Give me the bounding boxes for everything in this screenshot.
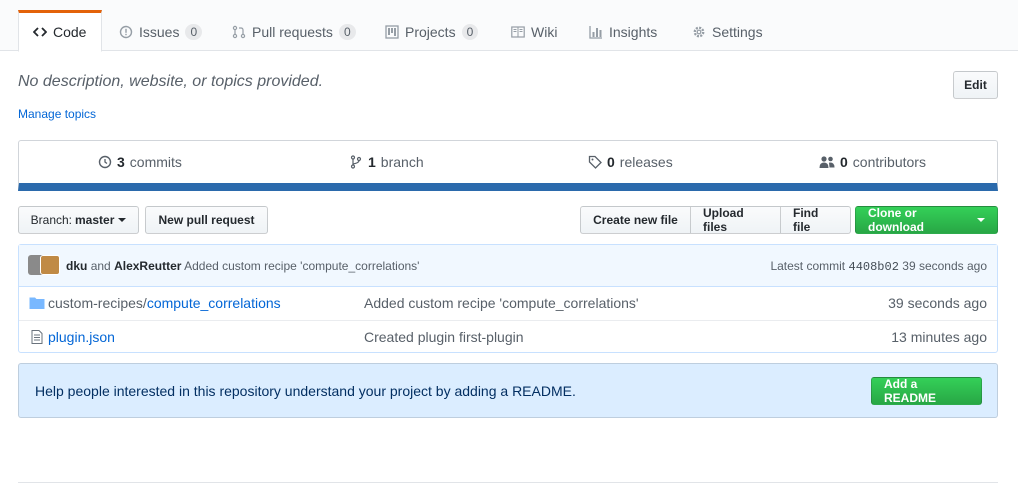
clone-label: Clone or download <box>868 206 924 234</box>
commits-link[interactable]: 3 commits <box>98 154 182 170</box>
commit-sha[interactable]: 4408b02 <box>849 260 899 274</box>
branch-name: master <box>75 213 115 227</box>
tab-wiki[interactable]: Wiki <box>496 10 572 51</box>
new-pull-request-button[interactable]: New pull request <box>145 206 268 234</box>
divider <box>18 482 998 483</box>
find-file-button[interactable]: Find file <box>780 206 851 234</box>
folder-icon <box>29 297 45 309</box>
tab-code-label: Code <box>53 24 87 40</box>
tab-settings[interactable]: Settings <box>677 10 778 51</box>
file-age: 13 minutes ago <box>891 329 987 345</box>
avatar[interactable] <box>40 255 60 275</box>
tab-projects-label: Projects <box>405 23 456 40</box>
tab-wiki-label: Wiki <box>531 23 558 40</box>
branch-prefix: Branch: <box>30 213 72 227</box>
manage-topics-link[interactable]: Manage topics <box>18 107 96 121</box>
tab-pull-requests[interactable]: Pull requests 0 <box>217 10 371 51</box>
commit-age: 39 seconds ago <box>902 259 987 273</box>
commits-label: commits <box>129 154 182 170</box>
file-name: plugin.json <box>48 329 115 345</box>
tab-pull-requests-label: Pull requests <box>252 23 333 40</box>
contributors-count: 0 <box>840 154 848 170</box>
file-commit-message[interactable]: Created plugin first-plugin <box>364 329 524 345</box>
edit-description-button[interactable]: Edit <box>953 71 998 99</box>
create-new-file-button[interactable]: Create new file <box>580 206 691 234</box>
file-table: dku and AlexReutter Added custom recipe … <box>18 244 998 353</box>
branches-link[interactable]: 1 branch <box>349 154 424 170</box>
tab-issues-label: Issues <box>139 23 180 40</box>
file-actions-group: Create new file Upload files Find file <box>580 206 851 234</box>
contributors-link[interactable]: 0 contributors <box>819 154 926 170</box>
people-icon <box>819 156 835 168</box>
history-icon <box>98 155 112 169</box>
branch-select-button[interactable]: Branch: master <box>18 206 139 234</box>
readme-prompt: Help people interested in this repositor… <box>18 363 998 418</box>
pull-request-icon <box>232 25 246 38</box>
releases-label: releases <box>619 154 673 170</box>
readme-prompt-text: Help people interested in this repositor… <box>35 383 576 399</box>
chevron-down-icon <box>118 218 127 222</box>
add-readme-button[interactable]: Add a README <box>871 377 982 405</box>
file-row: custom-recipes/compute_correlations Adde… <box>19 287 997 320</box>
tab-projects[interactable]: Projects 0 <box>370 10 493 51</box>
upload-files-button[interactable]: Upload files <box>690 206 781 234</box>
issue-icon <box>119 25 133 38</box>
commit-author-2[interactable]: AlexReutter <box>114 259 181 273</box>
file-row: plugin.json Created plugin first-plugin … <box>19 320 997 353</box>
file-path-prefix: custom-recipes/ <box>48 295 147 311</box>
branch-icon <box>350 155 362 169</box>
releases-link[interactable]: 0 releases <box>588 154 673 170</box>
tab-insights[interactable]: Insights <box>574 10 672 51</box>
latest-commit-label: Latest commit <box>770 259 846 273</box>
tab-issues[interactable]: Issues 0 <box>104 10 217 51</box>
repo-summary: 3 commits 1 branch 0 releases 0 contribu… <box>18 140 998 191</box>
book-icon <box>511 25 525 38</box>
issues-counter: 0 <box>185 23 203 40</box>
tag-icon <box>588 155 602 169</box>
commit-author-1[interactable]: dku <box>66 259 87 273</box>
pull-requests-counter: 0 <box>338 23 356 40</box>
file-name: compute_correlations <box>146 295 281 311</box>
gear-icon <box>693 26 705 37</box>
file-commit-message[interactable]: Added custom recipe 'compute_correlation… <box>364 295 639 311</box>
project-icon <box>385 24 399 39</box>
tab-code[interactable]: Code <box>18 10 102 52</box>
commit-message: dku and AlexReutter Added custom recipe … <box>66 259 419 273</box>
repo-description: No description, website, or topics provi… <box>18 73 324 90</box>
projects-counter: 0 <box>461 23 479 40</box>
code-icon <box>33 27 47 37</box>
file-age: 39 seconds ago <box>888 295 987 311</box>
commit-tease: dku and AlexReutter Added custom recipe … <box>19 245 997 287</box>
file-icon <box>31 330 43 344</box>
chevron-down-icon <box>977 218 985 222</box>
branches-count: 1 <box>368 154 376 170</box>
branches-label: branch <box>380 154 424 170</box>
releases-count: 0 <box>607 154 615 170</box>
clone-or-download-button[interactable]: Clone or download <box>855 206 998 234</box>
commit-and: and <box>90 259 111 273</box>
tab-settings-label: Settings <box>712 23 763 40</box>
file-name-link[interactable]: custom-recipes/compute_correlations <box>48 295 281 311</box>
graph-icon <box>589 25 602 39</box>
commits-count: 3 <box>117 154 125 170</box>
commit-message-text[interactable]: Added custom recipe 'compute_correlation… <box>184 259 419 273</box>
repo-nav: Code Issues 0 Pull requests 0 Projects 0… <box>0 0 1018 52</box>
contributors-label: contributors <box>852 154 926 170</box>
avatar-stack[interactable] <box>28 255 60 275</box>
file-name-link[interactable]: plugin.json <box>48 329 115 345</box>
tab-insights-label: Insights <box>609 23 658 40</box>
latest-commit: Latest commit 4408b02 39 seconds ago <box>770 259 987 274</box>
